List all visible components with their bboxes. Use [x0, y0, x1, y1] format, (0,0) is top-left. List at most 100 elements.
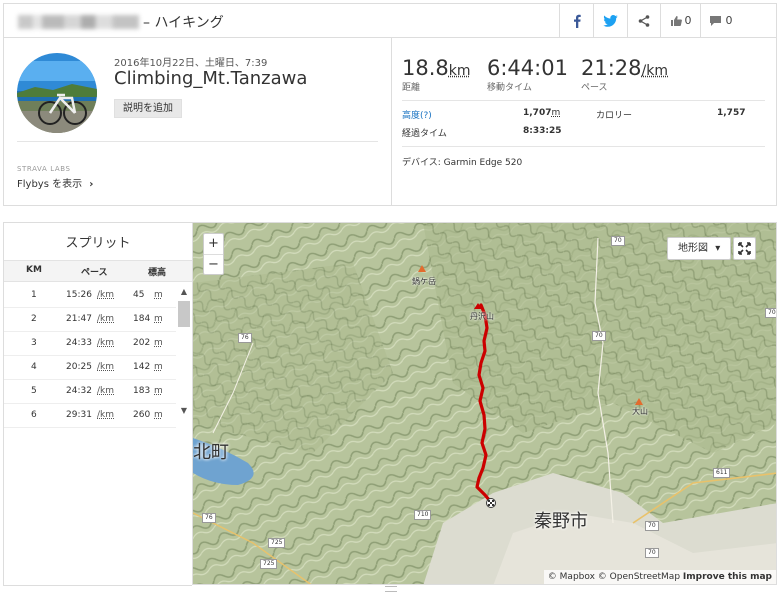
split-elevation-unit: m [154, 362, 163, 372]
add-description-button[interactable]: 説明を追加 [114, 99, 182, 118]
split-pace: 29:31 [66, 410, 92, 420]
comment-button[interactable]: 0 [700, 4, 740, 37]
split-km: 6 [31, 410, 37, 420]
activity-name[interactable]: Climbing_Mt.Tanzawa [114, 68, 307, 89]
osm-attribution-link[interactable]: © OpenStreetMap [598, 572, 680, 582]
split-row[interactable]: 3 24:33/km 202 m [4, 332, 176, 356]
split-pace-unit: /km [97, 410, 115, 420]
col-elevation: 標高 [148, 268, 167, 278]
col-pace: ペース [81, 268, 108, 278]
chevron-down-icon: ▾ [715, 243, 721, 254]
improve-map-link[interactable]: Improve this map [683, 572, 772, 582]
activity-summary: 2016年10月22日、土曜日、7:39 Climbing_Mt.Tanzawa… [3, 38, 777, 206]
zoom-control: + − [203, 233, 224, 275]
activity-type-label: – ハイキング [143, 15, 224, 31]
split-km: 3 [31, 338, 37, 348]
map-label-peak: 大山 [632, 407, 648, 416]
road-shield: 70 [645, 521, 659, 531]
split-pace-unit: /km [97, 290, 115, 300]
divider [17, 141, 378, 142]
split-elevation: 184 [133, 314, 151, 324]
splits-panel: スプリット KM ペース 標高 1 15:26/km 45 m 2 21:47/km 184… [3, 222, 192, 586]
elapsed-time-value: 8:33:25 [523, 126, 562, 136]
map-attribution: © Mapbox © OpenStreetMap Improve this ma… [543, 570, 776, 584]
map-label-town: 北町 [193, 442, 229, 463]
road-shield: 76 [238, 333, 252, 343]
route-map[interactable]: 鍋ケ岳 丹沢山 大山 秦野市 北町 70 76 70 70 611 76 710… [192, 222, 777, 585]
activity-header: – ハイキング 0 0 [3, 3, 777, 38]
elevation-value: 1,707m [523, 108, 560, 118]
split-km: 5 [31, 386, 37, 396]
zoom-out-button[interactable]: − [204, 254, 223, 274]
split-elevation-unit: m [154, 290, 163, 300]
kudos-button[interactable]: 0 [660, 4, 700, 37]
elevation-unit: m [551, 108, 561, 118]
elevation-help-link[interactable]: (?) [420, 111, 432, 121]
pace-unit: /km [641, 63, 668, 79]
elapsed-time-label: 経過タイム [402, 129, 447, 139]
split-pace: 20:25 [66, 362, 92, 372]
scroll-up-arrow[interactable]: ▲ [178, 286, 190, 298]
road-shield: 611 [713, 468, 731, 478]
split-row[interactable]: 5 24:32/km 183 m [4, 380, 176, 404]
split-elevation-unit: m [154, 410, 163, 420]
calories-label: カロリー [596, 111, 633, 121]
map-label-peak: 鍋ケ岳 [412, 277, 436, 286]
share-icon [638, 14, 650, 27]
split-elevation-unit: m [154, 338, 163, 348]
stat-distance: 18.8km 距離 [402, 56, 471, 93]
split-row[interactable]: 6 29:31/km 260 m [4, 404, 176, 428]
kudos-count: 0 [684, 14, 692, 27]
panel-resize-handle[interactable] [385, 586, 397, 592]
road-shield: 76 [202, 513, 216, 523]
road-shield: 710 [414, 510, 432, 520]
moving-time-value: 6:44:01 [487, 56, 568, 80]
split-elevation: 260 [133, 410, 151, 420]
distance-label: 距離 [402, 83, 421, 93]
splits-scrollbar[interactable]: ▲ ▼ [176, 284, 192, 422]
elevation-label[interactable]: 高度(?) [402, 108, 432, 121]
zoom-in-button[interactable]: + [204, 234, 223, 254]
facebook-icon [573, 14, 581, 28]
pace-value: 21:28 [581, 56, 642, 80]
split-km: 1 [31, 290, 37, 300]
map-type-dropdown[interactable]: 地形図 ▾ [667, 237, 732, 260]
split-km: 4 [31, 362, 37, 372]
scroll-thumb[interactable] [178, 301, 190, 327]
share-button[interactable] [627, 4, 660, 37]
thumbs-up-icon [670, 15, 682, 26]
facebook-share-button[interactable] [559, 4, 593, 37]
map-label-city: 秦野市 [534, 511, 588, 532]
split-pace-unit: /km [97, 314, 115, 324]
split-elevation: 45 [133, 290, 145, 300]
split-row[interactable]: 2 21:47/km 184 m [4, 308, 176, 332]
comment-icon [709, 15, 721, 26]
strava-labs-label: STRAVA LABS [17, 165, 71, 173]
split-row[interactable]: 1 15:26/km 45 m [4, 284, 176, 308]
map-label-peak: 丹沢山 [470, 312, 494, 321]
road-shield: 70 [645, 548, 659, 558]
device-label: デバイス: [402, 158, 441, 168]
calories-value: 1,757 [717, 108, 746, 118]
fullscreen-button[interactable] [733, 237, 756, 260]
stat-pace: 21:28/km ペース [581, 56, 668, 93]
flybys-link[interactable]: Flybys を表示 › [17, 175, 93, 190]
road-shield: 725 [260, 559, 278, 569]
col-km: KM [26, 265, 42, 275]
twitter-share-button[interactable] [593, 4, 627, 37]
split-pace: 21:47 [66, 314, 92, 324]
mapbox-attribution-link[interactable]: © Mapbox [548, 572, 595, 582]
split-row[interactable]: 4 20:25/km 142 m [4, 356, 176, 380]
road-shield: 725 [268, 538, 286, 548]
split-elevation-unit: m [154, 386, 163, 396]
scroll-down-arrow[interactable]: ▼ [178, 405, 190, 417]
split-elevation-unit: m [154, 314, 163, 324]
flybys-label: Flybys を表示 [17, 179, 83, 190]
stats-divider [402, 100, 765, 101]
terrain-layer [193, 223, 776, 584]
athlete-avatar[interactable] [17, 53, 97, 133]
stat-moving-time: 6:44:01 移動タイム [487, 56, 568, 93]
road-shield: 70 [765, 308, 776, 318]
device-value: Garmin Edge 520 [443, 158, 523, 168]
pace-label: ペース [581, 83, 608, 93]
